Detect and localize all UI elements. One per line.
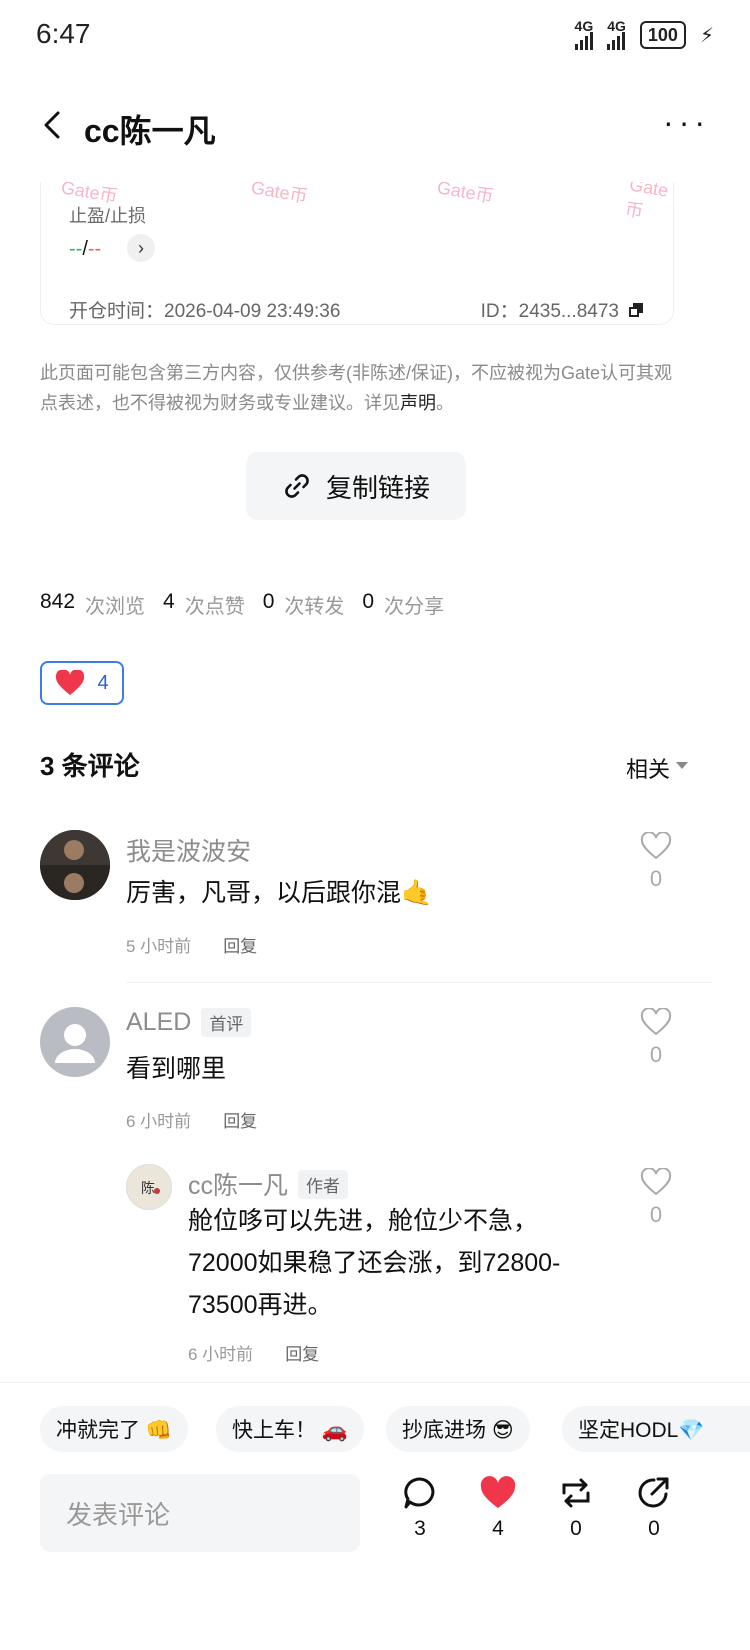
chevron-right-icon[interactable]: › xyxy=(127,234,155,262)
comment-like[interactable]: 0 xyxy=(636,831,676,892)
likes-count: 4 xyxy=(492,1517,504,1540)
comment-input[interactable]: 发表评论 xyxy=(40,1474,360,1552)
comment-text: 舱位哆可以先进，舱位少不急，72000如果稳了还会涨，到72800-73500再… xyxy=(188,1207,561,1319)
views-label: 次浏览 xyxy=(85,596,146,618)
tp-sl-value: --/-- xyxy=(69,238,101,261)
comment-text: 看到哪里 xyxy=(126,1055,227,1083)
watermark: Gate币 xyxy=(435,182,496,207)
shares-count: 0 xyxy=(362,590,375,613)
copy-link-label: 复制链接 xyxy=(325,472,430,503)
comments-action[interactable]: 3 xyxy=(398,1476,442,1541)
comment-author-row: ALED 首评 xyxy=(126,1008,252,1037)
caret-down-icon[interactable] xyxy=(676,762,688,769)
status-time: 6:47 xyxy=(36,18,91,49)
comment-bubble-icon xyxy=(404,1477,435,1509)
signal-icon: 4G xyxy=(607,18,626,50)
quick-reply-chip[interactable]: 抄底进场 😎 xyxy=(386,1406,530,1452)
comment-like[interactable]: 0 xyxy=(636,1007,676,1068)
repost-icon xyxy=(562,1478,590,1508)
comment-like-count: 0 xyxy=(649,1042,663,1067)
comment-time: 5 小时前 xyxy=(126,937,192,956)
post-stats: 842 次浏览 4 次点赞 0 次转发 0 次分享 xyxy=(40,590,444,619)
comment-meta: 6 小时前 回复 xyxy=(188,1340,319,1365)
network-type: 4G xyxy=(607,18,626,34)
comment-author[interactable]: cc陈一凡 xyxy=(188,1166,288,1202)
comments-title: 3 条评论 xyxy=(40,751,140,781)
more-options-icon[interactable]: ··· xyxy=(663,104,710,141)
heart-icon xyxy=(480,1476,516,1508)
views-count: 842 xyxy=(40,590,76,613)
comment-time: 6 小时前 xyxy=(126,1112,192,1131)
likes-count: 4 xyxy=(163,590,175,613)
reply-button[interactable]: 回复 xyxy=(223,932,257,957)
reply-button[interactable]: 回复 xyxy=(285,1340,319,1365)
svg-text:陈: 陈 xyxy=(141,1180,155,1197)
divider xyxy=(126,982,712,983)
comment-time: 6 小时前 xyxy=(188,1345,254,1364)
quick-reply-chip[interactable]: 坚定HODL💎 xyxy=(562,1406,750,1452)
comment-author-row: cc陈一凡 作者 xyxy=(188,1166,349,1202)
first-comment-badge: 首评 xyxy=(201,1008,252,1037)
comment-like-count: 0 xyxy=(649,1202,663,1227)
share-icon xyxy=(638,1477,669,1508)
disclaimer-text: 此页面可能包含第三方内容，仅供参考(非陈述/保证)，不应被视为Gate认可其观点… xyxy=(40,363,673,413)
position-card: Gate币 Gate币 Gate币 Gate币 止盈/止损 --/-- › 开仓… xyxy=(40,182,674,325)
avatar[interactable]: 陈 xyxy=(126,1164,172,1210)
comment-meta: 6 小时前 回复 xyxy=(126,1107,257,1132)
page-title: cc陈一凡 xyxy=(84,113,216,149)
signal-icon: 4G xyxy=(574,18,594,50)
quick-reply-chip[interactable]: 冲就完了 👊 xyxy=(40,1406,188,1452)
heart-outline-icon xyxy=(640,1007,672,1036)
status-indicators: 4G 4G 100 ⚡ xyxy=(574,18,714,50)
comment-meta: 5 小时前 回复 xyxy=(126,932,257,957)
open-time: 开仓时间：2026-04-09 23:49:36 xyxy=(69,301,341,322)
quick-reply-chip[interactable]: 快上车！ 🚗 xyxy=(216,1406,364,1452)
position-id-text: ID：2435...8473 xyxy=(480,301,619,322)
share-action[interactable]: 0 xyxy=(632,1476,676,1541)
avatar[interactable] xyxy=(40,1007,110,1077)
battery-icon: 100 xyxy=(639,21,686,49)
heart-icon xyxy=(56,670,85,695)
comments-count: 3 xyxy=(414,1517,426,1540)
disclaimer-link[interactable]: 声明 xyxy=(400,393,436,413)
repost-action[interactable]: 0 xyxy=(554,1476,598,1541)
watermark: Gate币 xyxy=(623,182,670,222)
network-type: 4G xyxy=(574,18,594,34)
copy-link-button[interactable]: 复制链接 xyxy=(246,452,466,520)
tp-sl-label: 止盈/止损 xyxy=(69,206,147,226)
back-arrow-icon[interactable] xyxy=(38,110,68,140)
heart-outline-icon xyxy=(640,831,672,860)
comment-text: 厉害，凡哥，以后跟你混🤙 xyxy=(126,879,433,907)
author-badge: 作者 xyxy=(298,1169,349,1199)
bottom-divider xyxy=(0,1382,750,1383)
reply-button[interactable]: 回复 xyxy=(223,1107,257,1132)
heart-outline-icon xyxy=(640,1167,672,1196)
shares-label: 次分享 xyxy=(384,596,445,618)
like-reaction-chip[interactable]: 4 xyxy=(40,661,124,705)
reposts-count: 0 xyxy=(262,590,275,613)
disclaimer: 此页面可能包含第三方内容，仅供参考(非陈述/保证)，不应被视为Gate认可其观点… xyxy=(40,358,680,418)
sort-dropdown[interactable]: 相关 xyxy=(626,752,670,784)
copy-icon[interactable] xyxy=(629,302,643,317)
charging-icon: ⚡ xyxy=(699,24,714,47)
tp-value: -- xyxy=(69,238,83,260)
comment-author[interactable]: 我是波波安 xyxy=(126,832,251,868)
shares-count: 0 xyxy=(648,1517,660,1540)
likes-label: 次点赞 xyxy=(184,596,245,618)
sl-value: -- xyxy=(87,238,102,260)
position-id: ID：2435...8473 xyxy=(481,296,643,323)
avatar[interactable] xyxy=(40,830,110,900)
comment-like[interactable]: 0 xyxy=(636,1167,676,1228)
link-icon xyxy=(285,474,309,498)
like-action[interactable]: 4 xyxy=(476,1476,520,1541)
reposts-count: 0 xyxy=(570,1517,582,1540)
like-chip-count: 4 xyxy=(97,671,109,694)
comment-author[interactable]: ALED xyxy=(126,1008,191,1037)
watermark: Gate币 xyxy=(249,182,310,207)
disclaimer-end: 。 xyxy=(436,393,454,413)
comment-like-count: 0 xyxy=(649,866,663,891)
reposts-label: 次转发 xyxy=(284,596,345,618)
